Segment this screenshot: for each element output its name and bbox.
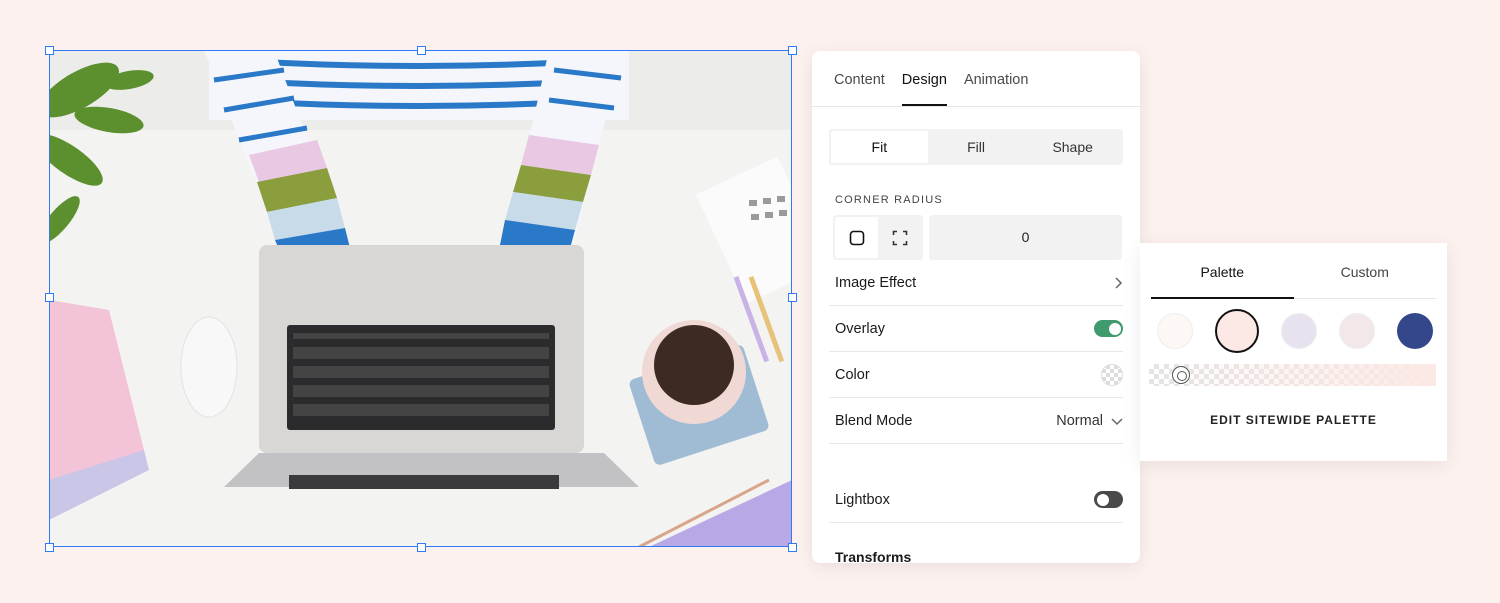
edit-sitewide-palette-button[interactable]: EDIT SITEWIDE PALETTE (1140, 413, 1447, 427)
opacity-slider-handle[interactable] (1172, 366, 1190, 384)
swatch-2[interactable] (1215, 309, 1259, 353)
resize-handle-left[interactable] (45, 293, 54, 302)
chevron-right-icon (1115, 276, 1123, 289)
chevron-down-icon (1111, 417, 1123, 425)
color-label: Color (835, 366, 870, 383)
blend-mode-label: Blend Mode (835, 412, 913, 429)
overlay-label: Overlay (835, 320, 885, 337)
swatch-4[interactable] (1339, 313, 1375, 349)
swatch-3[interactable] (1281, 313, 1317, 349)
tab-animation[interactable]: Animation (964, 51, 1028, 106)
image-effect-label: Image Effect (835, 274, 917, 291)
tab-custom[interactable]: Custom (1294, 243, 1437, 298)
individual-radius-button[interactable] (878, 217, 921, 258)
resize-handle-bottom-left[interactable] (45, 543, 54, 552)
image-block[interactable] (49, 50, 792, 547)
fit-mode-control: Fit Fill Shape (829, 129, 1123, 165)
blend-mode-select[interactable]: Normal (1056, 413, 1103, 429)
corner-radius-row: 0 (833, 215, 1122, 260)
uniform-radius-button[interactable] (835, 217, 878, 258)
resize-handle-bottom[interactable] (417, 543, 426, 552)
opacity-slider[interactable] (1149, 364, 1436, 386)
fit-mode-fit[interactable]: Fit (831, 131, 928, 163)
overlay-toggle[interactable] (1094, 320, 1123, 337)
corners-icon (892, 230, 907, 245)
design-panel: Content Design Animation Fit Fill Shape … (812, 51, 1140, 563)
corner-radius-mode (833, 215, 923, 260)
color-row[interactable]: Color (829, 352, 1123, 398)
fit-mode-shape[interactable]: Shape (1024, 131, 1121, 163)
lightbox-toggle[interactable] (1094, 491, 1123, 508)
overlay-row: Overlay (829, 306, 1123, 352)
resize-handle-right[interactable] (788, 293, 797, 302)
resize-handle-top-right[interactable] (788, 46, 797, 55)
lightbox-label: Lightbox (835, 491, 890, 508)
resize-handle-bottom-right[interactable] (788, 543, 797, 552)
fit-mode-fill[interactable]: Fill (928, 131, 1025, 163)
resize-handle-top-left[interactable] (45, 46, 54, 55)
tab-content[interactable]: Content (834, 51, 885, 106)
color-popover: Palette Custom EDIT SITEWIDE PALETTE (1140, 243, 1447, 461)
resize-handle-top[interactable] (417, 46, 426, 55)
image-effect-row[interactable]: Image Effect (829, 260, 1123, 306)
palette-swatches (1157, 309, 1433, 353)
swatch-1[interactable] (1157, 313, 1193, 349)
square-icon (849, 230, 864, 245)
corner-radius-label: CORNER RADIUS (835, 194, 943, 206)
swatch-5[interactable] (1397, 313, 1433, 349)
corner-radius-input[interactable]: 0 (929, 215, 1122, 260)
tab-palette[interactable]: Palette (1151, 243, 1294, 299)
blend-mode-row[interactable]: Blend Mode Normal (829, 398, 1123, 444)
transforms-heading[interactable]: Transforms (835, 549, 911, 563)
lightbox-row: Lightbox (829, 477, 1123, 523)
popover-tabs: Palette Custom (1151, 243, 1436, 299)
color-swatch[interactable] (1101, 363, 1123, 386)
panel-tabs: Content Design Animation (812, 51, 1140, 107)
laptop-photo (49, 50, 792, 547)
mouse (180, 316, 238, 418)
tab-design[interactable]: Design (901, 51, 948, 106)
